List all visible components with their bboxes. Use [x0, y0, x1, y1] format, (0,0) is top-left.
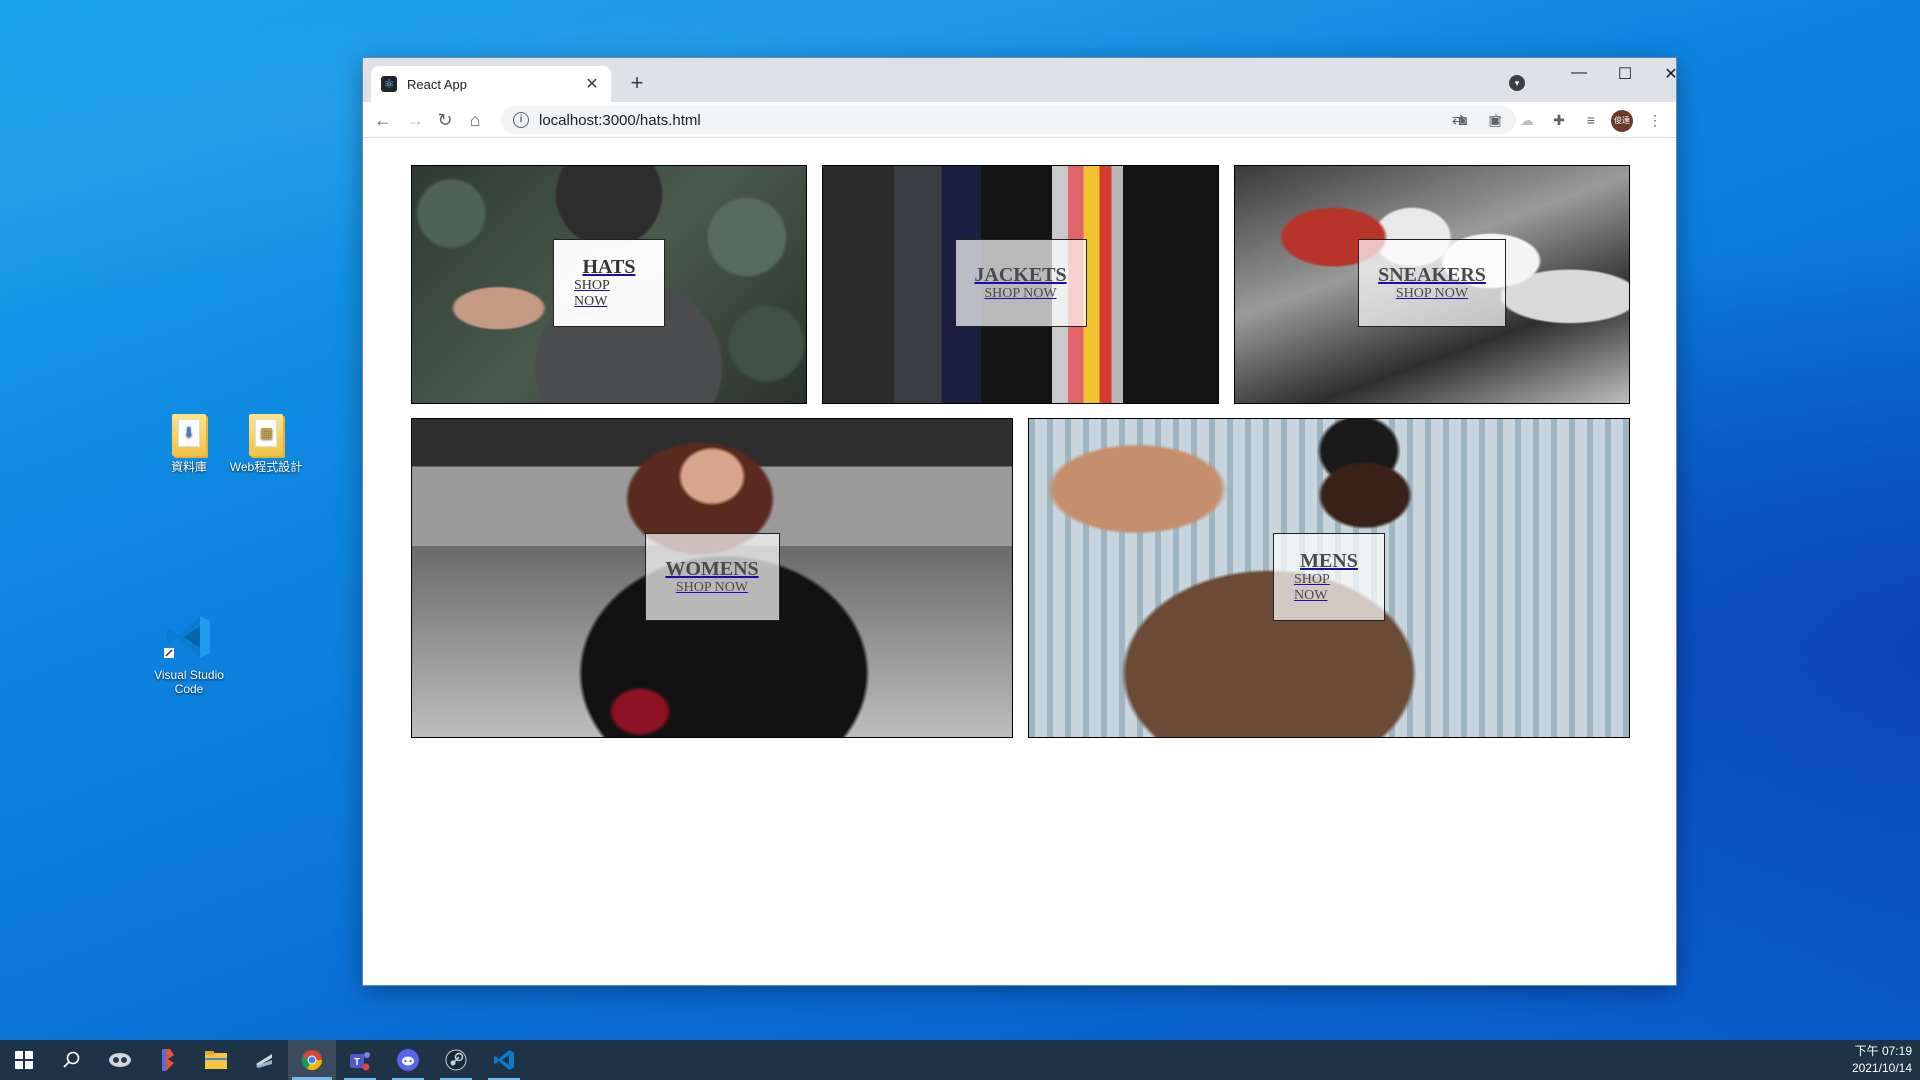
back-arrow-icon[interactable]: ← — [371, 108, 395, 132]
sneakers-content-box[interactable]: SNEAKERS SHOP NOW — [1358, 238, 1506, 327]
tab-react-app[interactable]: ⚛ React App ✕ — [371, 66, 611, 102]
menu-item-mens[interactable]: MENS SHOP NOW — [1028, 418, 1630, 738]
menu-item-title[interactable]: JACKETS — [974, 264, 1066, 286]
svg-text:T: T — [354, 1057, 360, 1068]
media-queue-icon[interactable]: ≡ — [1581, 110, 1601, 130]
new-tab-button[interactable]: + — [625, 70, 649, 96]
menu-item-title[interactable]: WOMENS — [665, 558, 758, 580]
hats-content-box[interactable]: HATS SHOP NOW — [553, 238, 665, 327]
menu-item-womens[interactable]: WOMENS SHOP NOW — [411, 418, 1013, 738]
chrome-icon[interactable] — [288, 1040, 336, 1080]
extension-cloud-icon[interactable]: ☁ — [1517, 110, 1537, 130]
address-url[interactable]: localhost:3000/hats.html — [539, 112, 701, 129]
extension-camera-icon[interactable]: ▣ — [1485, 110, 1505, 130]
shop-now-link[interactable]: SHOP NOW — [984, 286, 1056, 302]
chrome-window: ⚛ React App ✕ + ▾ — ☐ ✕ ← → ↻ ⌂ i localh… — [363, 58, 1678, 985]
mens-content-box[interactable]: MENS SHOP NOW — [1273, 533, 1385, 621]
tab-strip: ⚛ React App ✕ + ▾ — ☐ ✕ — [363, 58, 1678, 102]
shop-now-link[interactable]: SHOP NOW — [1396, 286, 1468, 302]
discord-icon[interactable] — [384, 1040, 432, 1080]
ms-store-icon[interactable] — [240, 1040, 288, 1080]
minimize-button[interactable]: — — [1561, 64, 1597, 82]
clock-date: 2021/10/14 — [1851, 1061, 1912, 1075]
menu-item-title[interactable]: SNEAKERS — [1378, 264, 1486, 286]
menu-item-jackets[interactable]: JACKETS SHOP NOW — [822, 165, 1219, 404]
site-info-icon[interactable]: i — [513, 112, 529, 128]
desktop-icon-vscode[interactable]: Visual Studio Code — [149, 612, 229, 696]
shop-now-link[interactable]: SHOP NOW — [574, 278, 644, 310]
forward-arrow-icon[interactable]: → — [403, 108, 427, 132]
desktop-icon-database-folder[interactable]: ⬇ 資料庫 — [149, 414, 229, 474]
powertoys-icon[interactable] — [144, 1040, 192, 1080]
steam-icon[interactable] — [432, 1040, 480, 1080]
tab-close-icon[interactable]: ✕ — [583, 74, 601, 94]
react-icon: ⚛ — [381, 76, 397, 92]
search-icon[interactable] — [48, 1040, 96, 1080]
folder-icon: ⬇ — [172, 414, 206, 456]
tab-search-icon[interactable]: ▾ — [1509, 75, 1525, 91]
menu-item-title[interactable]: HATS — [583, 256, 636, 278]
desktop-icon-label: 資料庫 — [170, 460, 207, 474]
desktop-icon-label: Web程式設計 — [229, 460, 303, 474]
shop-now-link[interactable]: SHOP NOW — [1294, 572, 1364, 604]
start-icon[interactable] — [0, 1040, 48, 1080]
address-bar[interactable]: i localhost:3000/hats.html ⇄ ☆ — [501, 106, 1516, 134]
desktop-icon-label: Visual Studio Code — [154, 668, 224, 696]
profile-avatar[interactable]: 俊達 — [1611, 110, 1633, 132]
system-clock[interactable]: 下午 07:19 2021/10/14 — [1852, 1043, 1912, 1077]
tab-title: React App — [407, 76, 467, 92]
shop-now-link[interactable]: SHOP NOW — [676, 580, 748, 596]
teams-icon[interactable]: T — [336, 1040, 384, 1080]
extension-record-icon[interactable]: ◙ — [1453, 110, 1473, 130]
maximize-button[interactable]: ☐ — [1607, 64, 1643, 84]
vscode-icon[interactable] — [480, 1040, 528, 1080]
clock-time: 下午 07:19 — [1854, 1044, 1912, 1058]
close-window-button[interactable]: ✕ — [1653, 64, 1689, 84]
menu-item-sneakers[interactable]: SNEAKERS SHOP NOW — [1234, 165, 1630, 404]
reload-icon[interactable]: ↻ — [433, 108, 457, 132]
page-content: HATS SHOP NOW JACKETS SHOP NOW SNEAKERS … — [363, 138, 1676, 985]
desktop-icon-web-folder[interactable]: ▦ Web程式設計 — [226, 414, 306, 474]
jackets-content-box[interactable]: JACKETS SHOP NOW — [954, 238, 1087, 327]
folder-icon: ▦ — [249, 414, 283, 456]
mixed-reality-icon[interactable] — [96, 1040, 144, 1080]
womens-content-box[interactable]: WOMENS SHOP NOW — [644, 533, 780, 621]
extensions-puzzle-icon[interactable]: ✚ — [1549, 110, 1569, 130]
menu-item-hats[interactable]: HATS SHOP NOW — [411, 165, 807, 404]
file-explorer-icon[interactable] — [192, 1040, 240, 1080]
vscode-icon — [164, 612, 214, 662]
more-menu-icon[interactable]: ⋮ — [1645, 110, 1665, 130]
home-icon[interactable]: ⌂ — [463, 108, 487, 132]
taskbar: T 下午 07:19 2021/10/14 — [0, 1040, 1920, 1080]
browser-toolbar: ← → ↻ ⌂ i localhost:3000/hats.html ⇄ ☆ ◙… — [363, 102, 1676, 138]
menu-item-title[interactable]: MENS — [1300, 550, 1358, 572]
